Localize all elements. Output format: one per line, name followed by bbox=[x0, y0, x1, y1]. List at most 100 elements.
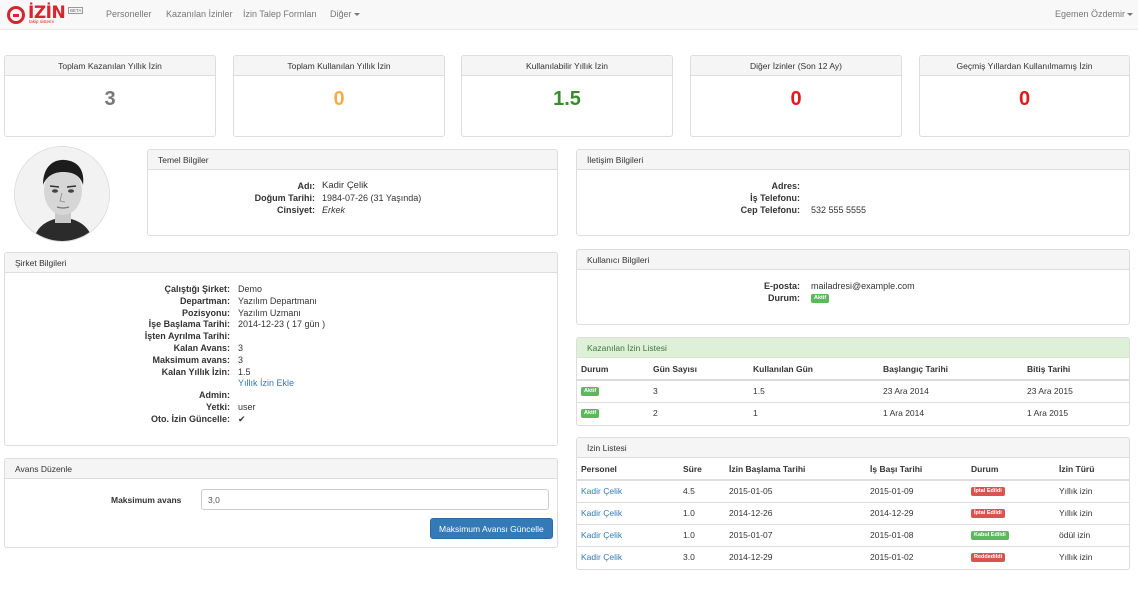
company-field-value: 1.5 bbox=[238, 366, 251, 377]
panel-title: İzin Listesi bbox=[577, 438, 1129, 458]
stat-value: 1.5 bbox=[553, 88, 581, 110]
status-cell: Kabul Edildi bbox=[967, 523, 1055, 546]
stat-value: 0 bbox=[333, 88, 345, 110]
leave-list-table: Personel Süre İzin Başlama Tarihi İş Baş… bbox=[577, 458, 1129, 568]
basic-info-panel: Temel Bilgiler Adı: Kadir Çelik Doğum Ta… bbox=[147, 149, 558, 236]
company-field-label: Oto. İzin Güncelle: bbox=[150, 413, 230, 424]
update-max-advance-button[interactable]: Maksimum Avansı Güncelle bbox=[430, 518, 553, 539]
return-cell: 2014-12-29 bbox=[866, 501, 967, 524]
gender-label: Cinsiyet: bbox=[276, 205, 315, 215]
panel-title: Kazanılan İzin Listesi bbox=[577, 338, 1129, 358]
email-value: mailadresi@example.com bbox=[811, 281, 915, 291]
add-annual-leave-link[interactable]: Yıllık İzin Ekle bbox=[238, 378, 294, 388]
user-name: Egemen Özdemir bbox=[1055, 9, 1126, 19]
stat-panel-used: Toplam Kullanılan Yıllık İzin 0 bbox=[233, 55, 445, 137]
panel-title: Avans Düzenle bbox=[5, 459, 557, 479]
status-label: Durum: bbox=[768, 293, 800, 303]
person-link[interactable]: Kadir Çelik bbox=[581, 530, 622, 540]
profile-photo-icon bbox=[15, 147, 109, 241]
person-link[interactable]: Kadir Çelik bbox=[581, 486, 622, 496]
checkmark-icon: ✔ bbox=[238, 413, 246, 424]
start-cell: 2014-12-26 bbox=[725, 501, 866, 524]
nav-kazanilan-izinler[interactable]: Kazanılan İzinler bbox=[166, 9, 233, 19]
company-field-label: Pozisyonu: bbox=[181, 307, 230, 318]
contact-info-panel: İletişim Bilgileri Adres: İş Telefonu: C… bbox=[576, 149, 1130, 236]
used-cell: 1.5 bbox=[749, 379, 879, 402]
mobile-value: 532 555 5555 bbox=[811, 205, 867, 215]
nav-personeller[interactable]: Personeller bbox=[106, 9, 152, 19]
status-badge: Aktif bbox=[811, 294, 830, 304]
panel-title: Kullanıcı Bilgileri bbox=[577, 250, 1129, 270]
used-cell: 1 bbox=[749, 401, 879, 424]
table-row: Kadir Çelik 1.0 2015-01-07 2015-01-08 Kabul … bbox=[577, 523, 1129, 546]
stat-value: 0 bbox=[1018, 88, 1031, 110]
person-link[interactable]: Kadir Çelik bbox=[581, 508, 622, 518]
name-label: Adı: bbox=[297, 181, 316, 191]
table-row: Aktif 3 1.5 23 Ara 2014 23 Ara 2015 bbox=[577, 379, 1129, 402]
start-cell: 2015-01-05 bbox=[725, 479, 866, 502]
company-field-value: 3 bbox=[238, 354, 244, 365]
column-header: Başlangıç Tarihi bbox=[879, 358, 1023, 381]
user-menu-dropdown[interactable]: Egemen Özdemir bbox=[1055, 9, 1134, 19]
max-advance-input[interactable] bbox=[201, 489, 549, 510]
stat-value: 0 bbox=[790, 88, 802, 110]
status-cell: İptal Edildi bbox=[967, 501, 1055, 524]
brand-logo[interactable]: İZİN takip sistemi BETA bbox=[7, 3, 84, 26]
person-cell: Kadir Çelik bbox=[577, 479, 679, 502]
status-cell: Aktif bbox=[577, 379, 649, 402]
logo-subtitle: takip sistemi bbox=[29, 19, 54, 24]
stat-label: Kullanılabilir Yıllık İzin bbox=[462, 56, 672, 76]
panel-title: Şirket Bilgileri bbox=[5, 253, 557, 273]
duration-cell: 1.0 bbox=[679, 501, 725, 524]
stat-panel-available: Kullanılabilir Yıllık İzin 1.5 bbox=[461, 55, 673, 137]
end-cell: 23 Ara 2015 bbox=[1023, 379, 1129, 402]
stat-label: Diğer İzinler (Son 12 Ay) bbox=[691, 56, 901, 76]
days-cell: 3 bbox=[649, 379, 749, 402]
status-cell: İptal Edildi bbox=[967, 479, 1055, 502]
stat-label: Geçmiş Yıllardan Kullanılmamış İzin bbox=[920, 56, 1129, 76]
leave-list-panel: İzin Listesi Personel Süre İzin Başlama … bbox=[576, 437, 1130, 570]
company-field-value: Demo bbox=[238, 284, 263, 294]
email-label: E-posta: bbox=[764, 281, 800, 291]
start-cell: 1 Ara 2014 bbox=[879, 401, 1023, 424]
table-header-row: Durum Gün Sayısı Kullanılan Gün Başlangı… bbox=[577, 358, 1129, 381]
max-advance-label: Maksimum avans bbox=[111, 495, 182, 505]
company-field-label: Çalıştığı Şirket: bbox=[164, 284, 230, 294]
nav-izin-talep-formlari[interactable]: İzin Talep Formları bbox=[243, 9, 317, 19]
gender-value: Erkek bbox=[322, 205, 346, 215]
earned-leave-panel: Kazanılan İzin Listesi Durum Gün Sayısı … bbox=[576, 337, 1130, 426]
dob-label: Doğum Tarihi: bbox=[254, 193, 315, 203]
nav-diger-dropdown[interactable]: Diğer bbox=[330, 9, 360, 19]
company-field-label: Maksimum avans: bbox=[152, 354, 230, 365]
person-link[interactable]: Kadir Çelik bbox=[581, 552, 622, 562]
panel-title: İletişim Bilgileri bbox=[577, 150, 1129, 170]
company-info-panel: Şirket Bilgileri Çalıştığı Şirket: Demo De… bbox=[4, 252, 558, 446]
company-field-label: Kalan Yıllık İzin: bbox=[161, 366, 230, 377]
column-header: Gün Sayısı bbox=[649, 358, 749, 381]
stat-label: Toplam Kullanılan Yıllık İzin bbox=[234, 56, 444, 76]
type-cell: Yıllık izin bbox=[1055, 545, 1129, 568]
caret-down-icon bbox=[353, 13, 360, 17]
end-cell: 1 Ara 2015 bbox=[1023, 401, 1129, 424]
person-cell: Kadir Çelik bbox=[577, 523, 679, 546]
earned-leave-table: Durum Gün Sayısı Kullanılan Gün Başlangı… bbox=[577, 358, 1129, 424]
days-cell: 2 bbox=[649, 401, 749, 424]
company-field-value: user bbox=[238, 402, 256, 412]
company-field-value: Yazılım Uzmanı bbox=[238, 307, 301, 318]
logo-icon bbox=[7, 6, 25, 24]
table-row: Aktif 2 1 1 Ara 2014 1 Ara 2015 bbox=[577, 401, 1129, 424]
status-cell: Reddedildi bbox=[967, 545, 1055, 568]
person-cell: Kadir Çelik bbox=[577, 545, 679, 568]
avatar bbox=[14, 146, 110, 242]
status-badge: İptal Edildi bbox=[971, 487, 1005, 497]
table-row: Kadir Çelik 3.0 2014-12-29 2015-01-02 Redded… bbox=[577, 545, 1129, 568]
stat-panel-other: Diğer İzinler (Son 12 Ay) 0 bbox=[690, 55, 902, 137]
start-cell: 2015-01-07 bbox=[725, 523, 866, 546]
address-label: Adres: bbox=[771, 181, 800, 191]
column-header: İş Başı Tarihi bbox=[866, 458, 967, 481]
status-cell: Aktif bbox=[577, 401, 649, 424]
status-badge: İptal Edildi bbox=[971, 509, 1005, 519]
start-cell: 2014-12-29 bbox=[725, 545, 866, 568]
name-value: Kadir Çelik bbox=[322, 180, 368, 191]
navbar: İZİN takip sistemi BETA Personeller Kaza… bbox=[0, 0, 1138, 30]
